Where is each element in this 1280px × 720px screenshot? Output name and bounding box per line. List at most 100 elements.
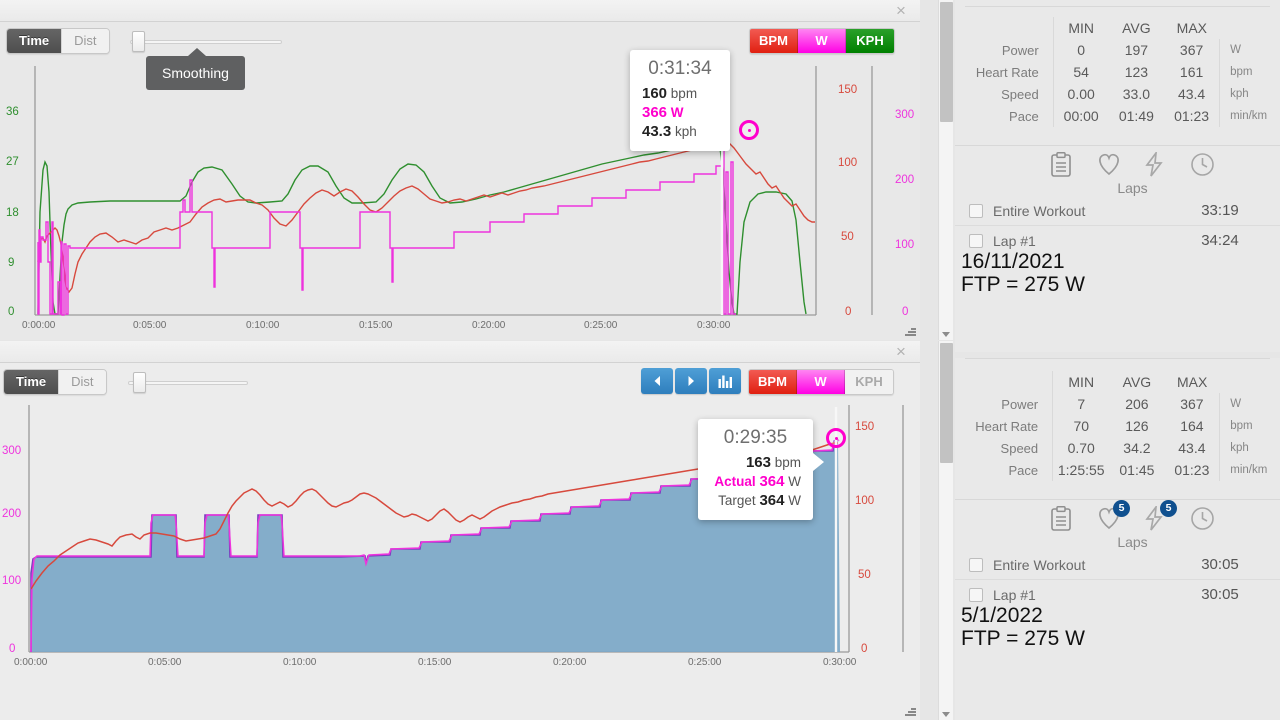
- stats-col-min: MIN: [1052, 371, 1110, 393]
- stats-row-hr-label: Heart Rate: [975, 418, 1039, 434]
- stats-row-power-unit: W: [1219, 393, 1280, 415]
- prev-icon[interactable]: [641, 368, 673, 394]
- laps-label: Laps: [1117, 534, 1148, 550]
- chart-1-xtick-4: 0:20:00: [472, 320, 506, 331]
- stats-col-max: MAX: [1176, 20, 1207, 36]
- chart-2-metric-buttons[interactable]: BPM W KPH: [748, 369, 894, 395]
- stats-row-speed-unit: kph: [1219, 83, 1280, 105]
- bar-chart-icon[interactable]: [709, 368, 741, 394]
- chart-2-metric-kph[interactable]: KPH: [845, 370, 893, 394]
- workout-ftp-annotation: FTP = 275 W: [961, 626, 1085, 650]
- panel-1-resize-grip[interactable]: [904, 325, 916, 337]
- chart-1-xtick-3: 0:15:00: [359, 320, 393, 331]
- smoothing-slider[interactable]: [130, 29, 282, 53]
- chart-2-smoothing-slider-knob[interactable]: [133, 372, 146, 393]
- chart-1-cursor-marker[interactable]: [739, 120, 759, 140]
- stats-row-speed-avg: 34.2: [1123, 440, 1151, 456]
- stats-row-speed-unit: kph: [1219, 437, 1280, 459]
- panel-2-resize-grip[interactable]: [904, 705, 916, 717]
- close-icon[interactable]: ×: [890, 341, 912, 363]
- chart-1-metric-kph[interactable]: KPH: [846, 29, 894, 53]
- lap-checkbox[interactable]: [969, 203, 983, 218]
- scrollbar-panel-1-thumb[interactable]: [940, 2, 953, 122]
- lap-checkbox[interactable]: [969, 557, 983, 572]
- list-item[interactable]: Entire Workout 30:05: [955, 550, 1280, 579]
- chart-2-tooltip-actual-label: Actual: [714, 474, 756, 489]
- chart-2-tooltip-target-unit: W: [788, 493, 801, 508]
- table-row: Heart Rate 70 126 164 bpm: [955, 415, 1280, 437]
- lap-checkbox[interactable]: [969, 233, 983, 248]
- clipboard-icon[interactable]: [1049, 506, 1075, 532]
- stats-header-row: MIN AVG MAX: [955, 371, 1280, 393]
- sidebar-1-divider: [965, 6, 1270, 7]
- clock-icon[interactable]: [1190, 506, 1216, 532]
- stats-row-hr-label: Heart Rate: [975, 64, 1039, 80]
- chart-2-smoothing-slider-track[interactable]: [128, 381, 248, 385]
- chart-2-tooltip-bpm-unit: bpm: [774, 455, 801, 470]
- scroll-down-icon[interactable]: [939, 328, 952, 340]
- chart-1-toggle-dist[interactable]: Dist: [62, 29, 109, 53]
- lap-name: Lap #1: [993, 586, 1036, 603]
- chart-2-nav-buttons[interactable]: [641, 368, 741, 394]
- workout-date-annotation: 16/11/2021: [961, 250, 1065, 273]
- chart-1-tooltip: 0:31:34 160 bpm 366 W 43.3 kph: [630, 50, 730, 151]
- chart-2-cursor-marker[interactable]: [826, 428, 846, 448]
- smoothing-slider-track[interactable]: [130, 40, 282, 44]
- chart-2-metric-bpm[interactable]: BPM: [749, 370, 797, 394]
- chart-1-tooltip-speed-unit: kph: [674, 124, 697, 139]
- stats-row-hr-avg: 123: [1124, 64, 1149, 80]
- stats-row-speed-avg: 33.0: [1122, 86, 1150, 102]
- scroll-down-icon[interactable]: [939, 708, 952, 720]
- chart-1-metric-bpm[interactable]: BPM: [750, 29, 798, 53]
- lap-name: Lap #1: [993, 232, 1036, 249]
- stats-col-blank: [955, 371, 1053, 393]
- lap-time: 34:24: [1201, 232, 1239, 249]
- scrollbar-panel-2[interactable]: [938, 341, 953, 720]
- chart-2-toggle-dist[interactable]: Dist: [59, 370, 106, 394]
- chart-2-metric-w[interactable]: W: [797, 370, 845, 394]
- chart-2-toggle-time[interactable]: Time: [4, 370, 60, 394]
- chart-1-tooltip-time: 0:31:34: [648, 58, 712, 79]
- close-icon[interactable]: ×: [890, 0, 912, 22]
- lap-name: Entire Workout: [993, 202, 1086, 219]
- chart-1-toolbar: Time Dist BPM W KPH: [0, 26, 920, 60]
- scrollbar-panel-2-thumb[interactable]: [940, 343, 953, 463]
- stats-row-power-max: 367: [1180, 396, 1204, 412]
- stats-row-pace-unit: min/km: [1219, 105, 1280, 127]
- chart-1-xtick-1: 0:05:00: [133, 320, 167, 331]
- sidebar-panel-2: MIN AVG MAX Power 7 206 367 W Heart Rate…: [955, 358, 1280, 720]
- stats-row-speed-label: Speed: [1000, 440, 1039, 456]
- chart-2-tooltip-target-label: Target: [718, 493, 756, 508]
- next-icon[interactable]: [675, 368, 707, 394]
- stats-col-avg: AVG: [1122, 374, 1152, 390]
- chart-1-metric-buttons[interactable]: BPM W KPH: [749, 28, 895, 54]
- chart-2-xaxis-toggle[interactable]: Time Dist: [3, 369, 107, 395]
- chart-1-plot[interactable]: 36 27 18 9 0 150 100 50 0 300 200 100 0: [0, 62, 920, 337]
- chart-2-tooltip-bpm-value: 163: [745, 454, 771, 471]
- smoothing-slider-knob[interactable]: [132, 31, 145, 52]
- heart-icon[interactable]: [1096, 152, 1122, 178]
- clock-icon[interactable]: [1190, 152, 1216, 178]
- lightning-icon[interactable]: 5: [1143, 500, 1177, 532]
- lightning-badge-count: 5: [1160, 500, 1177, 517]
- chart-1-xtick-6: 0:30:00: [697, 320, 731, 331]
- lightning-icon[interactable]: [1143, 152, 1169, 178]
- heart-icon[interactable]: 5: [1096, 500, 1130, 532]
- chart-1-tooltip-speed: 43.3 kph: [642, 122, 718, 141]
- chart-1-xtick-0: 0:00:00: [22, 320, 56, 331]
- stats-col-unit: [1220, 17, 1280, 39]
- chart-1-metric-w[interactable]: W: [798, 29, 846, 53]
- clipboard-icon[interactable]: [1049, 152, 1075, 178]
- scrollbar-panel-1[interactable]: [938, 0, 953, 340]
- stats-row-hr-min: 70: [1052, 415, 1110, 437]
- lap-checkbox[interactable]: [969, 587, 983, 602]
- stats-col-min: MIN: [1052, 17, 1109, 39]
- chart-1-xaxis-toggle[interactable]: Time Dist: [6, 28, 110, 54]
- chart-1-tooltip-power-unit: W: [670, 105, 684, 120]
- chart-1-toggle-time[interactable]: Time: [7, 29, 63, 53]
- chart-2-smoothing-slider[interactable]: [128, 370, 248, 394]
- chart-2-tooltip: 0:29:35 163 bpm Actual 364 W Target 364 …: [698, 419, 824, 520]
- list-item[interactable]: Entire Workout 33:19: [955, 196, 1280, 225]
- stats-row-speed-max: 43.4: [1178, 440, 1206, 456]
- chart-2-tooltip-actual: Actual 364 W: [710, 472, 801, 491]
